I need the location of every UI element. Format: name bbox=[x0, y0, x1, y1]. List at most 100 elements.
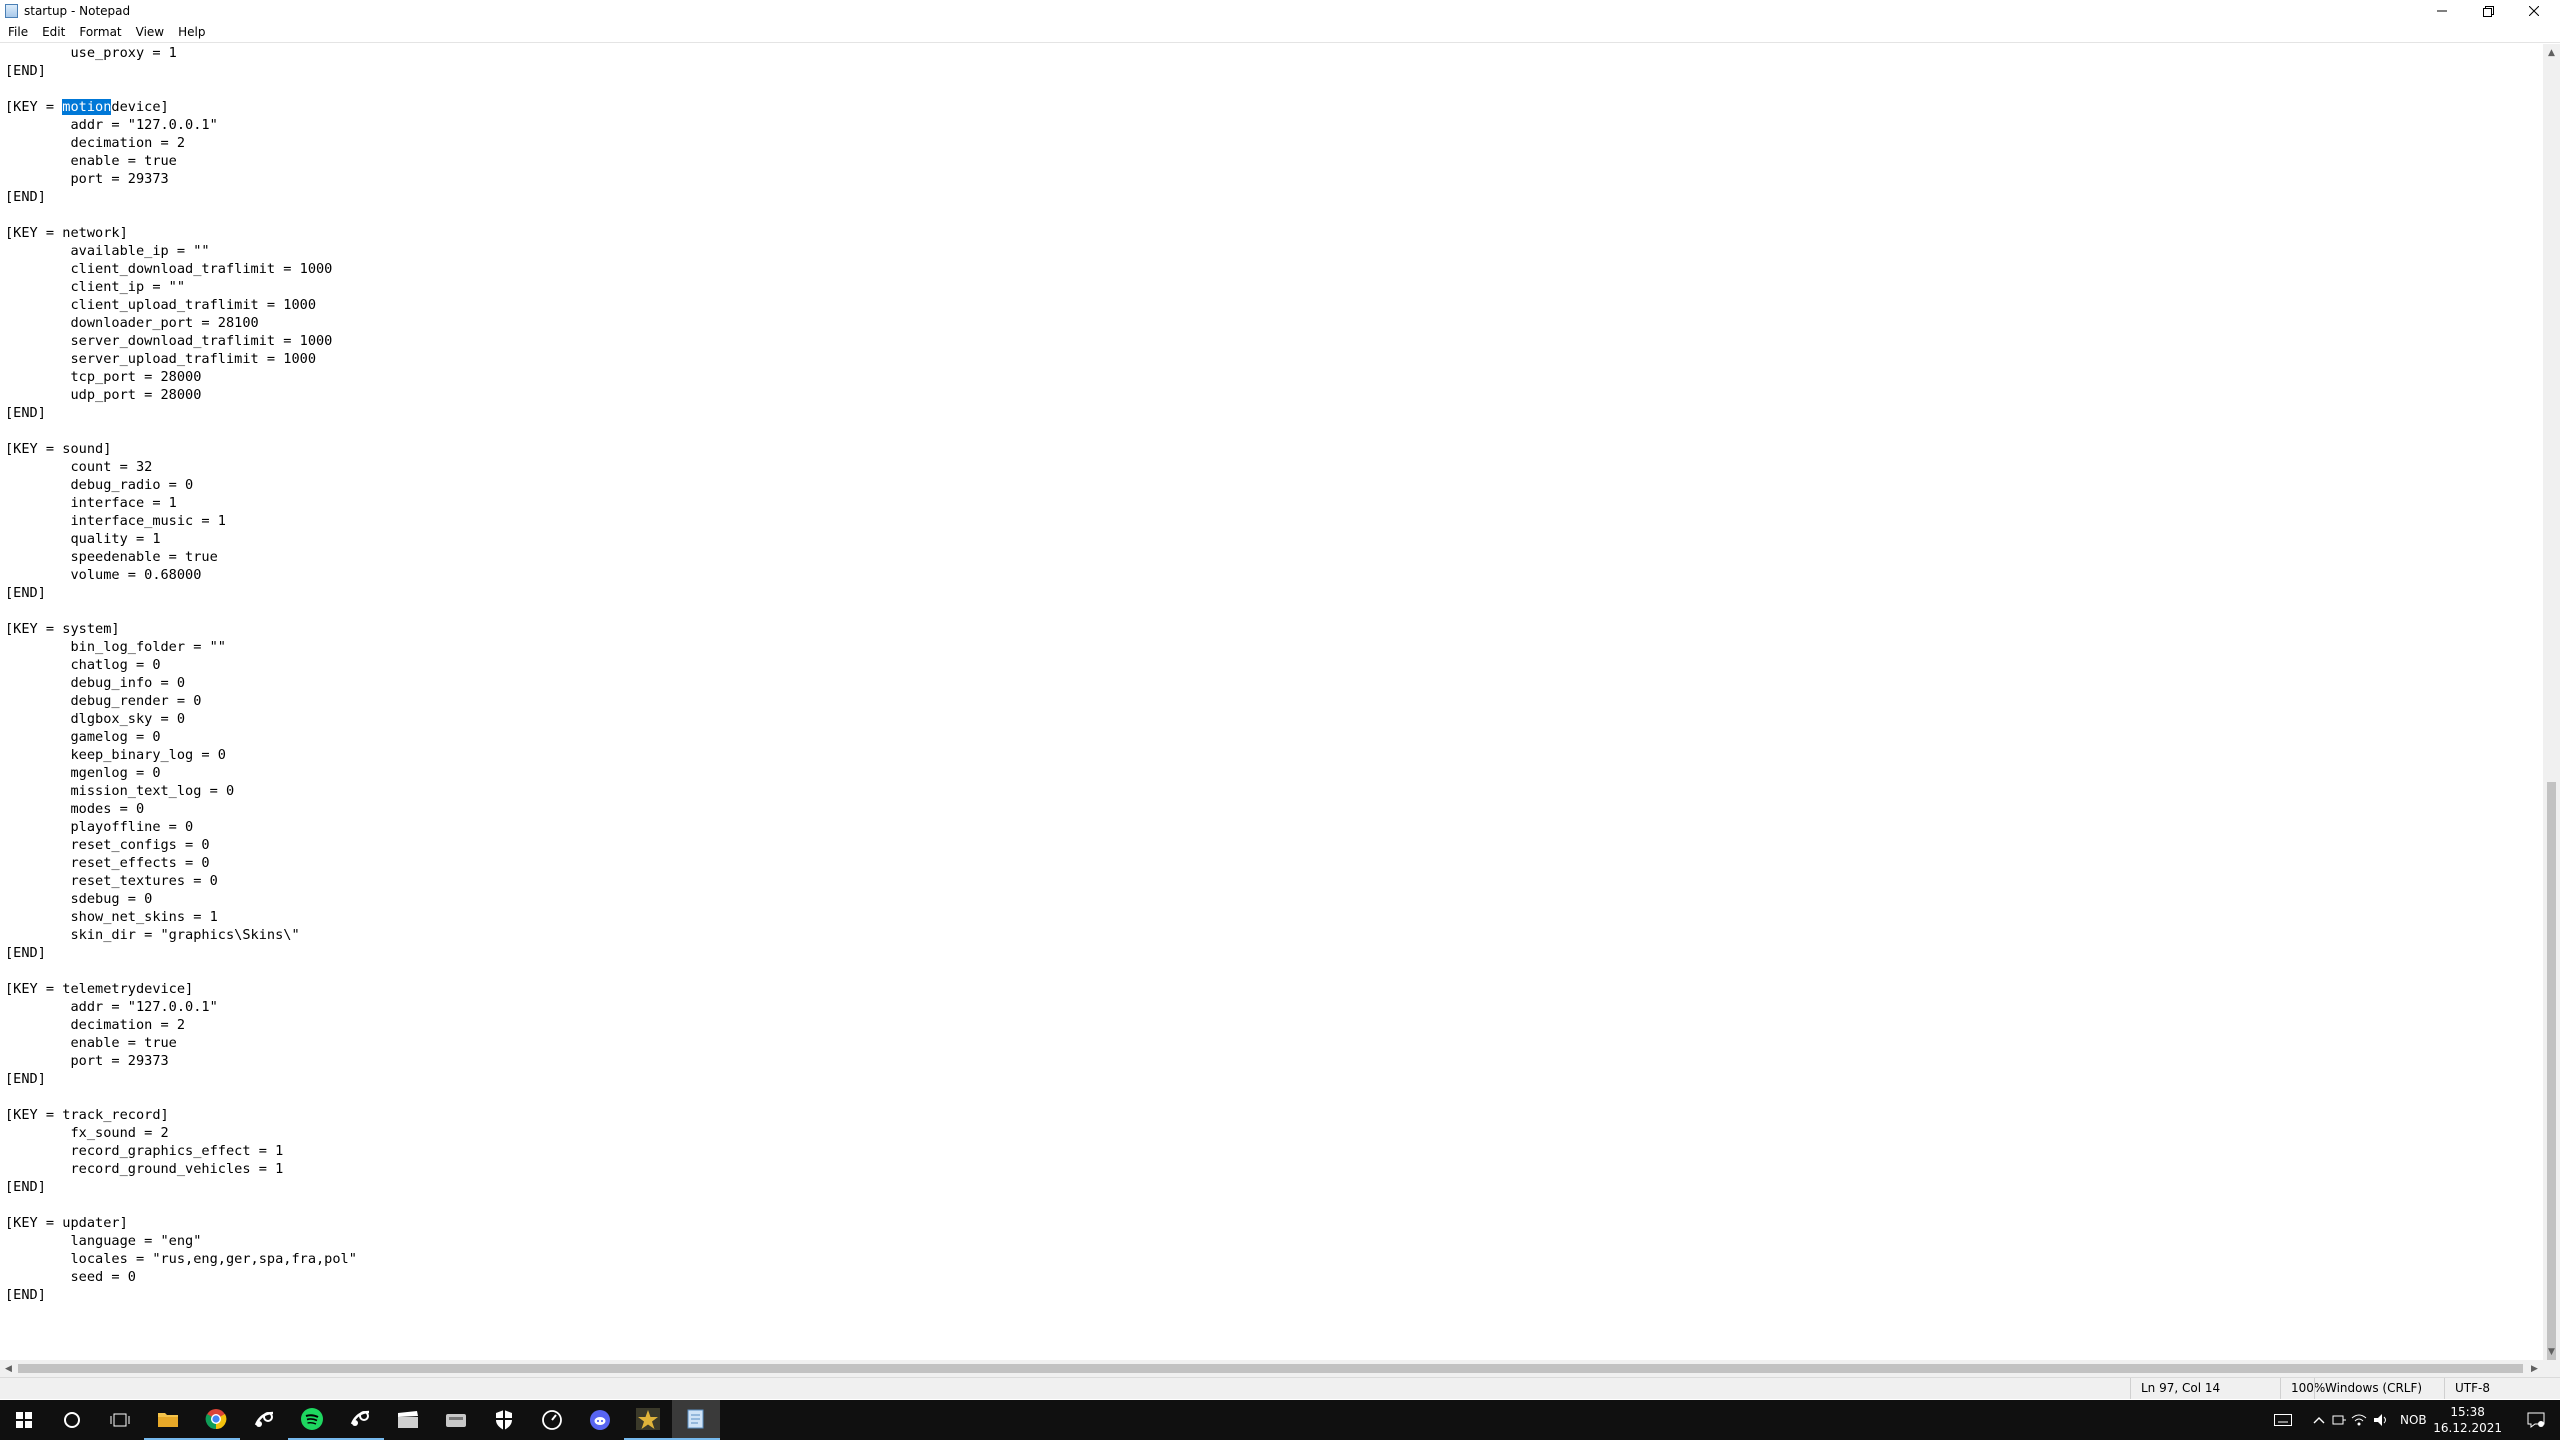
editor-line[interactable]: reset_textures = 0 bbox=[5, 872, 217, 890]
editor-line[interactable]: [END] bbox=[5, 1070, 46, 1088]
editor-line[interactable]: [END] bbox=[5, 944, 46, 962]
drive-app-button[interactable] bbox=[432, 1400, 480, 1440]
horizontal-scroll-thumb[interactable] bbox=[18, 1364, 2523, 1373]
editor-line[interactable]: record_ground_vehicles = 1 bbox=[5, 1160, 283, 1178]
scroll-left-arrow-icon[interactable]: ◀ bbox=[0, 1360, 17, 1377]
gauge-app-button[interactable] bbox=[528, 1400, 576, 1440]
editor-line[interactable]: reset_effects = 0 bbox=[5, 854, 209, 872]
editor-line[interactable]: interface_music = 1 bbox=[5, 512, 226, 530]
editor-line[interactable]: enable = true bbox=[5, 152, 176, 170]
editor-line[interactable]: [KEY = sound] bbox=[5, 440, 111, 458]
steam-button[interactable] bbox=[240, 1400, 288, 1440]
editor-line[interactable]: chatlog = 0 bbox=[5, 656, 160, 674]
wifi-icon[interactable] bbox=[2348, 1413, 2370, 1427]
menu-edit[interactable]: Edit bbox=[35, 25, 72, 39]
file-explorer-button[interactable] bbox=[144, 1400, 192, 1440]
scroll-down-arrow-icon[interactable]: ▼ bbox=[2543, 1343, 2560, 1360]
editor-line[interactable]: count = 32 bbox=[5, 458, 152, 476]
editor-line[interactable]: interface = 1 bbox=[5, 494, 176, 512]
language-indicator[interactable]: NOB bbox=[2400, 1413, 2427, 1427]
editor-line[interactable]: keep_binary_log = 0 bbox=[5, 746, 226, 764]
editor-line[interactable]: playoffline = 0 bbox=[5, 818, 193, 836]
editor-line[interactable]: record_graphics_effect = 1 bbox=[5, 1142, 283, 1160]
editor-line[interactable]: [END] bbox=[5, 188, 46, 206]
editor-line[interactable]: [KEY = track_record] bbox=[5, 1106, 169, 1124]
editor-line[interactable]: sdebug = 0 bbox=[5, 890, 152, 908]
vertical-scroll-thumb[interactable] bbox=[2547, 782, 2556, 1380]
discord-app-button[interactable] bbox=[576, 1400, 624, 1440]
editor-line[interactable]: [KEY = telemetrydevice] bbox=[5, 980, 193, 998]
chevron-up-icon[interactable] bbox=[2308, 1416, 2330, 1424]
editor-line[interactable]: client_upload_traflimit = 1000 bbox=[5, 296, 316, 314]
editor-line[interactable]: [KEY = motiondevice] bbox=[5, 98, 169, 116]
selected-text[interactable]: motion bbox=[62, 99, 112, 115]
editor-line[interactable]: available_ip = "" bbox=[5, 242, 209, 260]
editor-line[interactable]: volume = 0.68000 bbox=[5, 566, 201, 584]
editor-line[interactable]: bin_log_folder = "" bbox=[5, 638, 226, 656]
editor-line[interactable]: [KEY = system] bbox=[5, 620, 120, 638]
editor-line[interactable]: client_download_traflimit = 1000 bbox=[5, 260, 332, 278]
editor-line[interactable]: addr = "127.0.0.1" bbox=[5, 998, 217, 1016]
editor-line[interactable]: [END] bbox=[5, 1178, 46, 1196]
editor-line[interactable]: mission_text_log = 0 bbox=[5, 782, 234, 800]
editor-line[interactable]: server_upload_traflimit = 1000 bbox=[5, 350, 316, 368]
editor-line[interactable]: use_proxy = 1 bbox=[5, 44, 176, 62]
editor-line[interactable]: client_ip = "" bbox=[5, 278, 185, 296]
editor-line[interactable]: udp_port = 28000 bbox=[5, 386, 201, 404]
editor-line[interactable]: language = "eng" bbox=[5, 1232, 201, 1250]
editor-line[interactable]: speedenable = true bbox=[5, 548, 217, 566]
scroll-right-arrow-icon[interactable]: ▶ bbox=[2526, 1360, 2543, 1377]
search-button[interactable] bbox=[48, 1400, 96, 1440]
clock[interactable]: 15:38 16.12.2021 bbox=[2433, 1404, 2502, 1436]
menu-format[interactable]: Format bbox=[72, 25, 128, 39]
editor-line[interactable]: [END] bbox=[5, 404, 46, 422]
editor-line[interactable]: debug_render = 0 bbox=[5, 692, 201, 710]
editor-line[interactable]: decimation = 2 bbox=[5, 1016, 185, 1034]
editor-line[interactable]: port = 29373 bbox=[5, 170, 168, 188]
spotify-button[interactable] bbox=[288, 1400, 336, 1440]
text-editor[interactable]: use_proxy = 1 [END] [KEY = motiondevice] a… bbox=[0, 44, 2543, 1360]
editor-line[interactable]: seed = 0 bbox=[5, 1268, 135, 1286]
editor-line[interactable]: fx_sound = 2 bbox=[5, 1124, 168, 1142]
keyboard-icon[interactable] bbox=[2272, 1414, 2294, 1426]
editor-line[interactable]: [END] bbox=[5, 62, 46, 80]
editor-line[interactable]: addr = "127.0.0.1" bbox=[5, 116, 217, 134]
speaker-icon[interactable] bbox=[2370, 1413, 2392, 1427]
chrome-button[interactable] bbox=[192, 1400, 240, 1440]
restore-button[interactable] bbox=[2465, 0, 2511, 22]
power-icon[interactable] bbox=[2330, 1413, 2348, 1427]
editor-line[interactable]: debug_radio = 0 bbox=[5, 476, 193, 494]
editor-line[interactable]: [END] bbox=[5, 584, 46, 602]
notepad-taskbar-button[interactable] bbox=[672, 1400, 720, 1440]
editor-line[interactable]: port = 29373 bbox=[5, 1052, 168, 1070]
editor-line[interactable]: locales = "rus,eng,ger,spa,fra,pol" bbox=[5, 1250, 356, 1268]
action-center-button[interactable] bbox=[2512, 1400, 2560, 1440]
editor-line[interactable]: [END] bbox=[5, 1286, 46, 1304]
menu-help[interactable]: Help bbox=[171, 25, 212, 39]
editor-line[interactable]: show_net_skins = 1 bbox=[5, 908, 217, 926]
editor-line[interactable]: gamelog = 0 bbox=[5, 728, 160, 746]
vertical-scrollbar[interactable]: ▲ ▼ bbox=[2543, 44, 2560, 1380]
editor-line[interactable]: server_download_traflimit = 1000 bbox=[5, 332, 332, 350]
editor-line[interactable]: skin_dir = "graphics\Skins\" bbox=[5, 926, 299, 944]
task-view-button[interactable] bbox=[96, 1400, 144, 1440]
start-button[interactable] bbox=[0, 1400, 48, 1440]
editor-line[interactable]: enable = true bbox=[5, 1034, 176, 1052]
editor-line[interactable]: [KEY = updater] bbox=[5, 1214, 128, 1232]
editor-line[interactable]: decimation = 2 bbox=[5, 134, 185, 152]
menu-view[interactable]: View bbox=[129, 25, 171, 39]
editor-line[interactable]: dlgbox_sky = 0 bbox=[5, 710, 185, 728]
editor-line[interactable]: mgenlog = 0 bbox=[5, 764, 160, 782]
editor-line[interactable]: quality = 1 bbox=[5, 530, 160, 548]
title-bar[interactable]: startup - Notepad bbox=[0, 0, 2560, 22]
close-button[interactable] bbox=[2511, 0, 2557, 22]
warthunder-button[interactable] bbox=[624, 1400, 672, 1440]
menu-file[interactable]: File bbox=[0, 25, 35, 39]
steam-2-button[interactable] bbox=[336, 1400, 384, 1440]
editor-line[interactable]: debug_info = 0 bbox=[5, 674, 185, 692]
horizontal-scrollbar[interactable]: ◀ ▶ bbox=[0, 1360, 2543, 1377]
editor-line[interactable]: modes = 0 bbox=[5, 800, 144, 818]
scroll-up-arrow-icon[interactable]: ▲ bbox=[2543, 44, 2560, 61]
shield-app-button[interactable] bbox=[480, 1400, 528, 1440]
editor-line[interactable]: [KEY = network] bbox=[5, 224, 128, 242]
